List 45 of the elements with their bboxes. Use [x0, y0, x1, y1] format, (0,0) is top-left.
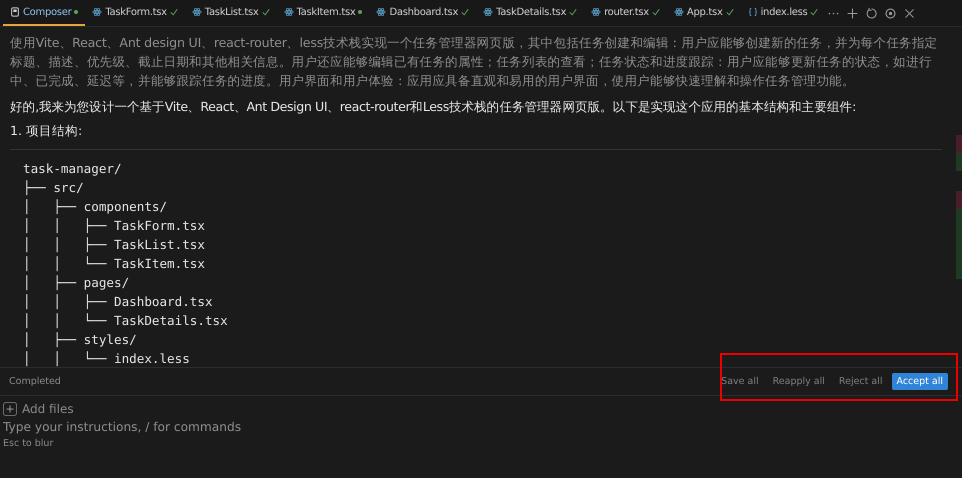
code-line: │ │ └── index.less [23, 350, 191, 367]
atom-icon [376, 7, 386, 17]
code-line: │ │ ├── TaskForm.tsx [23, 217, 206, 235]
code-line: task-manager/ [23, 160, 123, 178]
status-text: Completed [9, 376, 61, 387]
action-button[interactable]: Reapply all [768, 373, 830, 390]
atom-icon [591, 7, 602, 17]
close-icon[interactable] [903, 6, 916, 20]
instruction-input[interactable]: Type your instructions, / for commands [3, 420, 503, 434]
editor-tab[interactable]: Dashboard.tsx [369, 0, 476, 26]
editor-tab[interactable]: TaskDetails.tsx [476, 0, 584, 26]
code-line: ├── src/ [23, 179, 85, 197]
code-line: │ ├── pages/ [23, 274, 130, 292]
editor-tab[interactable]: TaskItem.tsx [276, 0, 370, 26]
atom-icon [92, 7, 102, 17]
atom-icon [674, 7, 684, 17]
add-files-link[interactable]: Add files [22, 402, 74, 416]
atom-icon [284, 7, 294, 17]
code-line: │ │ └── TaskItem.tsx [23, 255, 206, 273]
prompt-text: 使用Vite、React、Ant design UI、react-router、less技术栈实现一个任务管理器网页版，其中包括任务创建和编辑：用户应能够创建新的任务，并为每个任务指定标题、描述、优先级、截止日期和其他相关信息。用户还应能够编辑已有任务的属性；任务列表的查看；任务状态和进度跟踪：用户应能够更新任务的状态，如进行中、已完成、延迟等，并能够跟踪任务的进度。用户界面和用户体验：应用应具备直观和易用的用户界面，使用户能够快速理解和操作任务管理功能。 [10, 34, 938, 90]
code-line: │ │ ├── TaskList.tsx [23, 236, 206, 254]
plus-icon[interactable] [846, 6, 860, 20]
answer-text: 好的,我来为您设计一个基于Vite、React、Ant Design UI、react-router和Less技术栈的任务管理器网页版。以下是实现这个应用的基本结构和主要组件: [10, 98, 857, 116]
editor-tab[interactable]: Composer [3, 0, 86, 26]
action-button[interactable]: Accept all [892, 373, 948, 390]
editor-tab[interactable]: TaskForm.tsx [85, 0, 185, 26]
section-heading: 1. 项目结构: [10, 122, 84, 140]
hint-text: Esc to blur [3, 438, 54, 449]
history-icon[interactable] [865, 6, 878, 20]
code-line: │ │ └── TaskDetails.tsx [23, 312, 229, 330]
code-line: │ ├── components/ [23, 198, 168, 216]
atom-icon [483, 7, 494, 17]
code-line: │ ├── styles/ [23, 331, 138, 349]
document-icon [10, 7, 20, 17]
editor-tab[interactable]: index.less [740, 0, 826, 26]
settings-icon[interactable] [884, 6, 898, 20]
action-button[interactable]: Reject all [834, 373, 888, 390]
editor-tab[interactable]: App.tsx [666, 0, 741, 26]
editor-tab[interactable]: router.tsx [584, 0, 667, 26]
plus-icon[interactable] [3, 402, 17, 416]
action-button[interactable]: Save all [716, 373, 764, 390]
editor-tab[interactable]: TaskList.tsx [184, 0, 276, 26]
atom-icon [192, 7, 202, 17]
braces-icon [748, 7, 758, 17]
code-line: │ │ ├── Dashboard.tsx [23, 293, 214, 311]
